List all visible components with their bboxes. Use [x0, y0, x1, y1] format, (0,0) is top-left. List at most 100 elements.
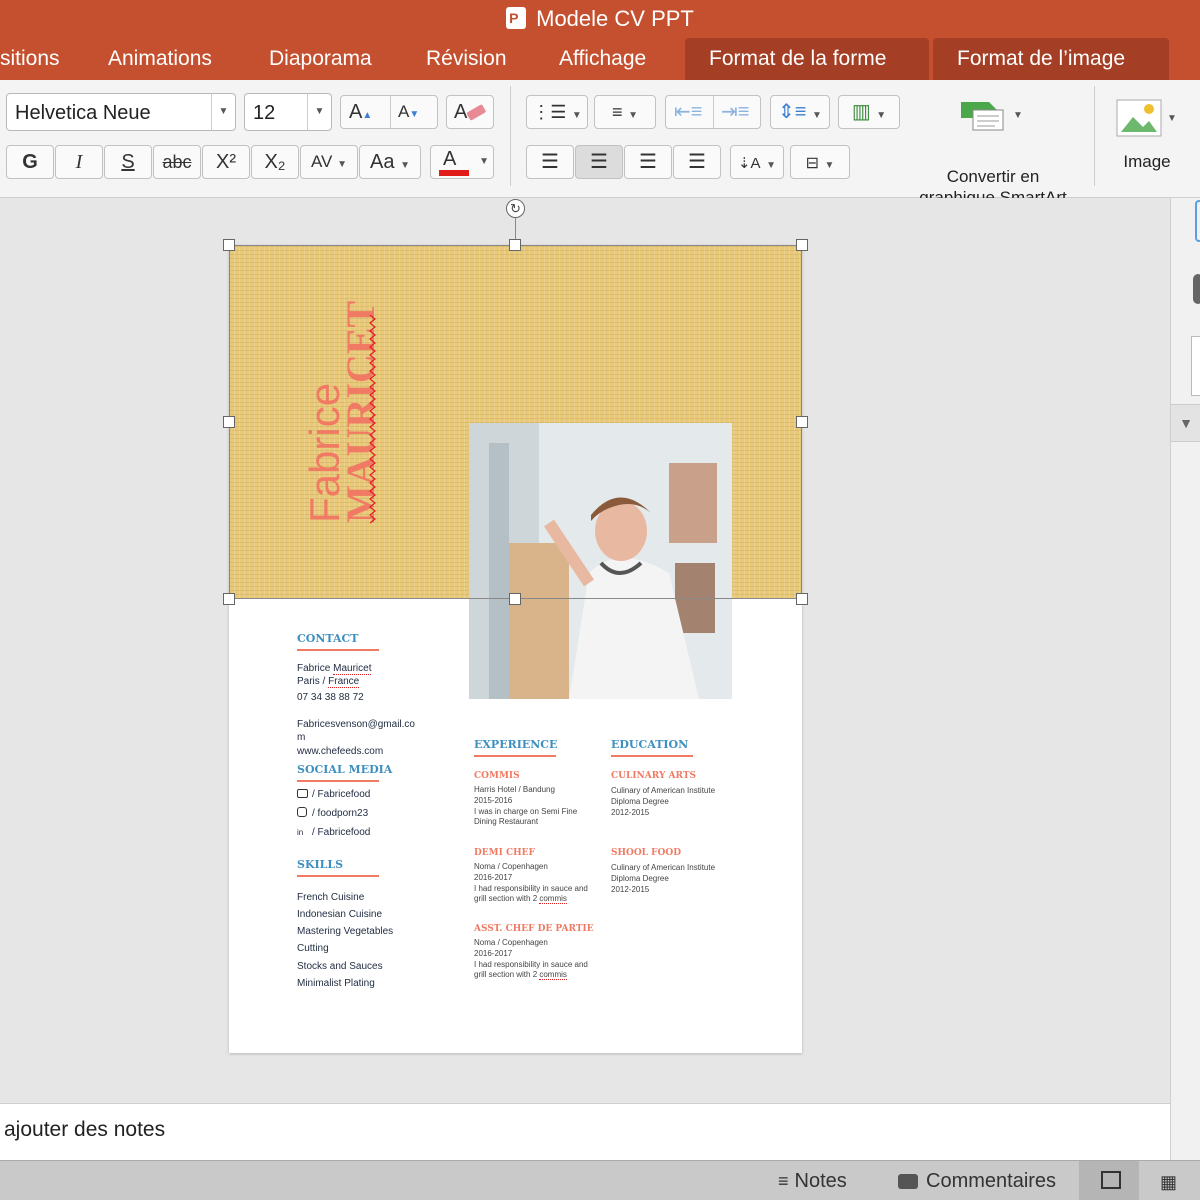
grow-font-button[interactable]: A▲: [349, 96, 372, 132]
svg-text:▼: ▼: [1167, 113, 1177, 124]
numbered-list-icon: ≡: [612, 102, 623, 122]
shrink-font-button[interactable]: A▼: [398, 96, 419, 131]
slide-sorter-button[interactable]: ▦: [1150, 1161, 1200, 1200]
line-spacing-button[interactable]: ⇕≡ ▼: [770, 95, 830, 129]
indent-group: ⇤≡ ⇥≡: [665, 95, 761, 129]
window-title: Modele CV PPT: [536, 6, 694, 31]
ribbon: Helvetica Neue ▼ 12 ▼ A▲ A▼ A G I S abc …: [0, 80, 1200, 207]
job-place: Noma / Copenhagen: [474, 938, 548, 947]
align-left-icon: ☰: [541, 151, 559, 173]
social-item: / foodporn23: [297, 807, 368, 820]
bullet-list-icon: ⋮☰: [532, 102, 567, 122]
resize-handle[interactable]: [223, 416, 235, 428]
rotate-handle-icon[interactable]: ↻: [506, 199, 525, 218]
job-title: ASST. CHEF DE PARTIE: [474, 924, 594, 934]
bold-button[interactable]: G: [6, 145, 54, 179]
edu-dates: 2012-2015: [611, 808, 650, 817]
tab-transitions[interactable]: sitions: [0, 38, 60, 80]
tab-format-image[interactable]: Format de l’image: [933, 38, 1169, 80]
font-name-select[interactable]: Helvetica Neue ▼: [6, 93, 236, 131]
pane-field[interactable]: [1191, 336, 1200, 396]
contact-email-line1: Fabricesvenson@gmail.co: [297, 719, 415, 730]
text-direction-button[interactable]: ⇣A ▼: [730, 145, 784, 179]
align-center-icon: ☰: [590, 151, 608, 173]
justify-button[interactable]: ☰: [673, 145, 721, 179]
tab-affichage[interactable]: Affichage: [559, 38, 646, 80]
clear-format-button[interactable]: A: [446, 95, 494, 129]
job-desc: grill section with 2 commis: [474, 894, 567, 904]
tab-animations[interactable]: Animations: [108, 38, 212, 80]
font-size-value: 12: [253, 102, 276, 124]
columns-button[interactable]: ▥ ▼: [838, 95, 900, 129]
text-direction-icon: ⇣A: [737, 155, 761, 172]
heading-underline: [297, 875, 379, 877]
social-item: / Fabricefood: [297, 788, 370, 801]
strikethrough-button[interactable]: abc: [153, 145, 201, 179]
job-dates: 2015-2016: [474, 796, 513, 805]
job-desc: I had responsibility in sauce and: [474, 960, 588, 969]
align-right-button[interactable]: ☰: [624, 145, 672, 179]
normal-view-button[interactable]: [1079, 1161, 1139, 1200]
social-heading: SOCIAL MEDIA: [297, 763, 393, 776]
chevron-down-icon: ▼: [571, 110, 582, 121]
resize-handle[interactable]: [509, 239, 521, 251]
tab-diaporama[interactable]: Diaporama: [269, 38, 372, 80]
job-title: DEMI CHEF: [474, 848, 535, 858]
experience-heading: EXPERIENCE: [474, 738, 558, 751]
job-dates: 2016-2017: [474, 949, 513, 958]
youtube-icon: [297, 789, 308, 798]
eraser-icon: A: [454, 101, 486, 123]
align-center-button[interactable]: ☰: [575, 145, 623, 179]
slide[interactable]: Fabrice MAURICET CONTACT Fabrice Maurice…: [229, 245, 802, 1053]
font-color-button[interactable]: A ▼: [430, 145, 494, 179]
instagram-icon: [297, 807, 307, 817]
job-desc: I was in charge on Semi Fine: [474, 807, 578, 816]
decrease-indent-icon[interactable]: ⇤≡: [674, 96, 702, 128]
edu-dates: 2012-2015: [611, 885, 650, 894]
pane-tab-dark[interactable]: [1193, 274, 1200, 304]
resize-handle[interactable]: [223, 593, 235, 605]
chevron-down-icon[interactable]: ▼: [1171, 404, 1200, 442]
align-left-button[interactable]: ☰: [526, 145, 574, 179]
job-place: Noma / Copenhagen: [474, 862, 548, 871]
contact-heading: CONTACT: [297, 632, 359, 645]
align-text-button[interactable]: ⊟ ▼: [790, 145, 850, 179]
edu-degree: Diploma Degree: [611, 797, 669, 806]
image-button[interactable]: ▼ Image: [1105, 94, 1189, 194]
justify-icon: ☰: [688, 151, 706, 173]
svg-text:▼: ▼: [1013, 110, 1023, 121]
italic-button[interactable]: I: [55, 145, 103, 179]
chef-photo[interactable]: [469, 423, 732, 699]
tab-format-forme[interactable]: Format de la forme: [685, 38, 929, 80]
resize-handle[interactable]: [796, 416, 808, 428]
tab-revision[interactable]: Révision: [426, 38, 507, 80]
chevron-down-icon: ▼: [337, 159, 348, 170]
chevron-down-icon: ▼: [307, 94, 331, 130]
font-size-grow-shrink: A▲ A▼: [340, 95, 438, 129]
linkedin-icon: in: [297, 828, 304, 837]
numbering-button[interactable]: ≡ ▼: [594, 95, 656, 129]
job-desc: grill section with 2 commis: [474, 970, 567, 980]
underline-button[interactable]: S: [104, 145, 152, 179]
chevron-down-icon: ▼: [479, 156, 489, 167]
resize-handle[interactable]: [796, 593, 808, 605]
resize-handle[interactable]: [223, 239, 235, 251]
heading-underline: [297, 780, 379, 782]
superscript-button[interactable]: X²: [202, 145, 250, 179]
resize-handle[interactable]: [509, 593, 521, 605]
comments-toggle-button[interactable]: Commentaires: [898, 1167, 1056, 1195]
resize-handle[interactable]: [796, 239, 808, 251]
notes-pane[interactable]: ajouter des notes: [0, 1103, 1170, 1160]
notes-toggle-button[interactable]: ≡ Notes: [778, 1167, 847, 1195]
character-spacing-button[interactable]: AV ▼: [300, 145, 358, 179]
skill-item: Indonesian Cuisine: [297, 909, 383, 920]
font-size-select[interactable]: 12 ▼: [244, 93, 332, 131]
contact-email-line2: m: [297, 732, 306, 743]
convert-smartart-button[interactable]: ▼ Convertir en graphique SmartArt: [905, 94, 1081, 207]
notes-placeholder: ajouter des notes: [4, 1118, 166, 1141]
subscript-button[interactable]: X₂: [251, 145, 299, 179]
increase-indent-icon[interactable]: ⇥≡: [721, 96, 749, 128]
pane-tab-blue[interactable]: [1195, 200, 1200, 242]
bullets-button[interactable]: ⋮☰ ▼: [526, 95, 588, 129]
change-case-button[interactable]: Aa ▼: [359, 145, 421, 179]
